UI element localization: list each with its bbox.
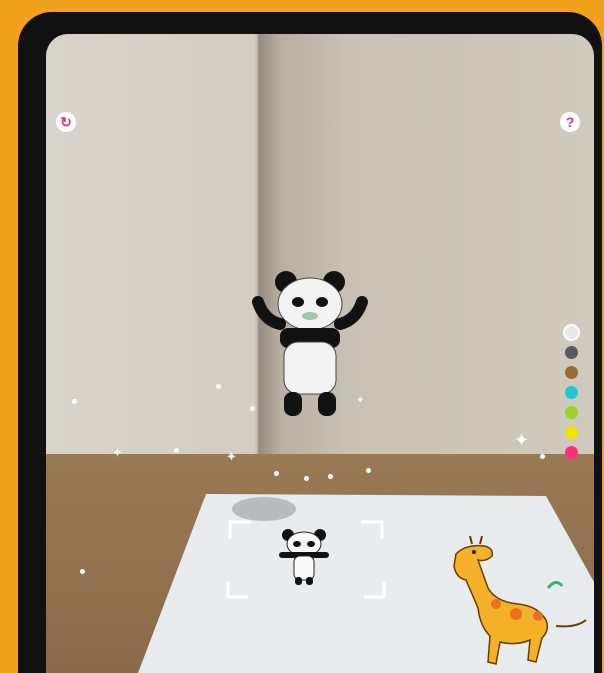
sparkle-dot	[174, 448, 179, 453]
sparkle-dot	[540, 454, 545, 459]
color-palette	[565, 326, 579, 466]
color-swatch[interactable]	[565, 406, 578, 419]
sparkle-dot	[274, 471, 279, 476]
refresh-icon[interactable]: ↻	[56, 112, 76, 132]
ar-camera-view: ✦ ✦ ✦ ✦ ↻ ?	[46, 34, 594, 673]
color-swatch[interactable]	[565, 386, 578, 399]
sparkle-star: ✦	[112, 445, 123, 460]
sparkle-dot	[366, 468, 371, 473]
drawing-scene	[138, 271, 594, 673]
color-swatch[interactable]	[565, 446, 578, 459]
sparkle-dot	[216, 384, 221, 389]
paper-smudge	[232, 497, 296, 521]
sparkle-star: ✦	[514, 430, 530, 450]
sparkle-dot	[250, 406, 255, 411]
panda-ar-model	[252, 271, 368, 416]
color-swatch[interactable]	[565, 326, 578, 339]
color-swatch[interactable]	[565, 426, 578, 439]
tablet-frame: ✦ ✦ ✦ ✦ ↻ ?	[18, 12, 602, 673]
sparkle-star: ✦	[356, 395, 365, 406]
question-icon[interactable]: ?	[560, 112, 580, 132]
sparkle-dot	[304, 476, 309, 481]
sparkle-dot	[72, 399, 77, 404]
sparkle-dot	[80, 569, 85, 574]
sparkle-dot	[328, 474, 333, 479]
color-swatch[interactable]	[565, 346, 578, 359]
sparkle-star: ✦	[226, 449, 237, 464]
color-swatch[interactable]	[565, 366, 578, 379]
